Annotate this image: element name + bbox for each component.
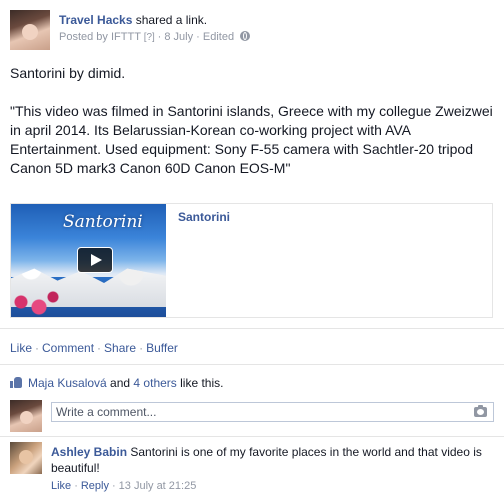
- post-message-line-2: "This video was filmed in Santorini isla…: [10, 103, 493, 176]
- comment-time[interactable]: 13 July at 21:25: [119, 480, 197, 492]
- comment-separator: ·: [74, 480, 78, 492]
- post-message-line-1: Santorini by dimid.: [10, 65, 126, 81]
- others-link[interactable]: 4 others: [133, 376, 176, 390]
- comment-composer: [10, 400, 494, 432]
- comment-link[interactable]: Comment: [42, 341, 94, 355]
- comment-content: Ashley Babin Santorini is one of my favo…: [51, 444, 491, 494]
- post-message: Santorini by dimid. "This video was film…: [10, 64, 494, 197]
- thumbs-up-icon: [10, 377, 22, 388]
- action-separator: ·: [35, 341, 40, 355]
- play-icon: [91, 254, 102, 266]
- header-text: Travel Hacks shared a link. Posted by IF…: [59, 13, 251, 43]
- posted-by-prefix: Posted by: [59, 31, 111, 43]
- action-separator: ·: [97, 341, 102, 355]
- video-thumbnail[interactable]: Santorini: [11, 204, 166, 317]
- comment-input[interactable]: [51, 402, 494, 422]
- post-date[interactable]: 8 July: [164, 31, 193, 43]
- likes-and: and: [106, 376, 134, 390]
- action-separator: ·: [139, 341, 144, 355]
- posted-by: IFTTT: [110, 31, 141, 43]
- liker-name[interactable]: Maja Kusalová: [28, 376, 107, 390]
- thumbnail-flowers: [11, 287, 61, 317]
- shared-text: shared a link.: [132, 13, 208, 27]
- likes-suffix: like this.: [176, 376, 224, 390]
- thumbnail-title: Santorini: [63, 212, 143, 232]
- divider: [0, 364, 504, 365]
- meta-separator: ·: [157, 31, 162, 43]
- link-attachment[interactable]: Santorini Santorini: [10, 203, 493, 318]
- page-avatar[interactable]: [10, 10, 50, 50]
- play-button[interactable]: [77, 247, 113, 273]
- comment-separator: ·: [111, 480, 116, 492]
- viewer-avatar[interactable]: [10, 400, 42, 432]
- attachment-title[interactable]: Santorini: [178, 210, 230, 224]
- author-link[interactable]: Travel Hacks: [59, 13, 132, 27]
- comment-like-link[interactable]: Like: [51, 480, 71, 492]
- buffer-link[interactable]: Buffer: [146, 341, 178, 355]
- help-bracket[interactable]: [?]: [141, 32, 158, 43]
- divider: [0, 328, 504, 329]
- comment-meta: Like · Reply · 13 July at 21:25: [51, 478, 491, 494]
- camera-icon[interactable]: [474, 405, 487, 417]
- commenter-avatar[interactable]: [10, 442, 42, 474]
- likes-summary: Maja Kusalová and 4 others like this.: [10, 376, 223, 390]
- globe-icon[interactable]: [240, 31, 251, 41]
- comment-reply-link[interactable]: Reply: [81, 480, 109, 492]
- share-link[interactable]: Share: [104, 341, 136, 355]
- post-actions: Like · Comment · Share · Buffer: [10, 341, 178, 355]
- post-meta: Posted by IFTTT [?] · 8 July · Edited: [59, 31, 251, 43]
- edited-label[interactable]: Edited: [203, 31, 234, 43]
- divider: [0, 436, 504, 437]
- meta-separator: ·: [196, 31, 200, 43]
- like-link[interactable]: Like: [10, 341, 32, 355]
- commenter-name[interactable]: Ashley Babin: [51, 445, 127, 459]
